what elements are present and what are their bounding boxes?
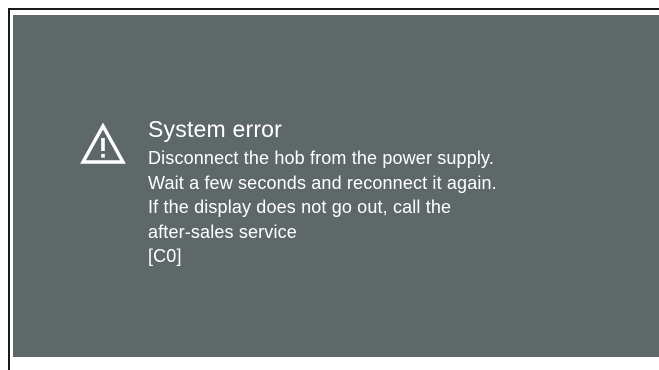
error-instruction-line-3: If the display does not go out, call the [148,197,452,217]
error-instruction-line-4: after-sales service [148,221,297,242]
device-frame: System error Disconnect the hob from the… [0,0,659,370]
error-code: [C0] [148,246,182,266]
error-message: System error Disconnect the hob from the… [148,114,497,269]
frame-border-left [8,8,10,370]
error-instruction-line-2: Wait a few seconds and reconnect it agai… [148,172,497,193]
frame-border-top [8,8,659,10]
warning-icon [80,123,126,164]
error-instruction-line-1: Disconnect the hob from the power supply… [148,148,494,168]
error-title: System error [148,116,283,142]
